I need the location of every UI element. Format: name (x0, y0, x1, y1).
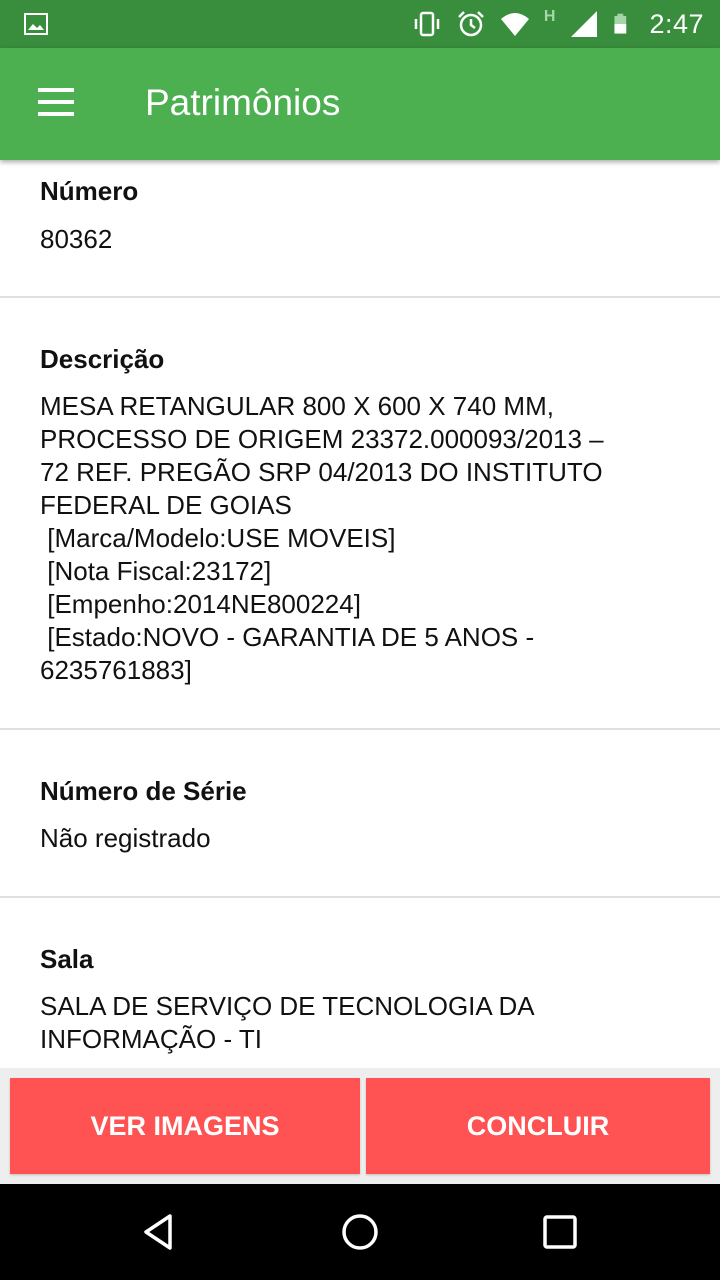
battery-icon (614, 13, 627, 34)
status-bar: H 2:47 (0, 0, 720, 48)
descricao-value: MESA RETANGULAR 800 X 600 X 740 MM, PROC… (40, 391, 604, 685)
sala-value: SALA DE SERVIÇO DE TECNOLOGIA DA INFORMA… (40, 991, 535, 1054)
numero-label: Número (40, 176, 139, 206)
divider (0, 296, 720, 298)
wifi-icon (500, 13, 529, 36)
hamburger-menu-icon[interactable] (26, 84, 86, 124)
vibrate-icon (414, 11, 440, 37)
action-bar: VER IMAGENS CONCLUIR (0, 1068, 720, 1184)
home-icon[interactable] (336, 1208, 384, 1256)
conclude-button[interactable]: CONCLUIR (366, 1078, 710, 1174)
network-type-label: H (543, 8, 556, 25)
divider (0, 896, 720, 898)
signal-icon (571, 11, 598, 37)
alarm-icon (457, 11, 484, 37)
view-images-button[interactable]: VER IMAGENS (10, 1078, 360, 1174)
page-title: Patrimônios (145, 82, 341, 123)
numero-serie-value: Não registrado (40, 823, 211, 853)
asset-details: Número 80362 Descrição MESA RETANGULAR 8… (0, 160, 720, 1068)
numero-value: 80362 (40, 224, 113, 254)
back-icon[interactable] (136, 1208, 184, 1256)
recents-icon[interactable] (536, 1208, 584, 1256)
sala-label: Sala (40, 944, 94, 974)
image-icon (24, 13, 48, 35)
clock-time: 2:47 (649, 8, 704, 39)
descricao-label: Descrição (40, 344, 165, 374)
system-nav-bar (0, 1184, 720, 1280)
divider (0, 728, 720, 730)
numero-serie-label: Número de Série (40, 776, 247, 806)
app-bar: Patrimônios (0, 48, 720, 160)
